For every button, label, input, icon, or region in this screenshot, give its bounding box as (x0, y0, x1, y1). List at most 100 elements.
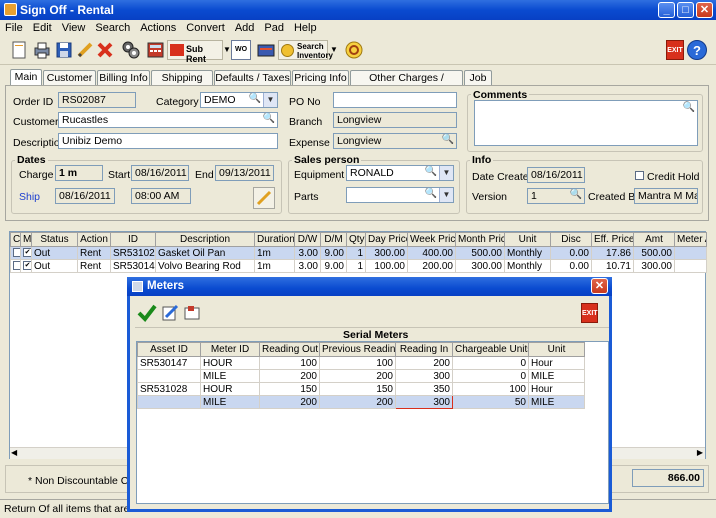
table-cell[interactable]: Hour (528, 382, 585, 396)
calculator-button[interactable] (144, 39, 166, 61)
tab-main[interactable]: Main (10, 69, 42, 86)
table-cell[interactable]: 300 (395, 369, 453, 383)
ok-button[interactable] (137, 303, 157, 323)
table-cell[interactable]: 200 (319, 369, 396, 383)
save-button[interactable] (53, 39, 75, 61)
table-cell[interactable]: 9.00 (320, 246, 347, 260)
meter-tool-button[interactable] (182, 303, 202, 323)
edit-button[interactable] (74, 39, 96, 61)
menu-add[interactable]: Add (230, 20, 260, 34)
table-cell[interactable]: SR531028 (110, 246, 156, 260)
column-header[interactable]: ID (110, 232, 156, 247)
equipment-field[interactable]: RONALD 🔍 ▼ (346, 165, 454, 181)
table-cell[interactable]: 200 (259, 395, 320, 409)
column-header[interactable]: D/M (320, 232, 347, 247)
table-cell[interactable]: 3.00 (294, 259, 321, 273)
search-icon[interactable]: 🔍 (570, 189, 582, 200)
table-cell[interactable]: 17.86 (591, 246, 634, 260)
close-icon[interactable]: ✕ (696, 2, 713, 18)
tab-customer[interactable]: Customer (43, 70, 96, 85)
menu-file[interactable]: File (0, 20, 28, 34)
table-cell[interactable]: 400.00 (407, 246, 456, 260)
exit-button[interactable]: EXIT (666, 40, 684, 60)
table-cell[interactable]: 200.00 (407, 259, 456, 273)
table-cell[interactable]: 0 (452, 369, 529, 383)
table-row[interactable]: SR530147 HOUR 100 100 200 0 Hour (137, 356, 585, 370)
table-cell[interactable]: HOUR (200, 382, 260, 396)
tab-billing-info[interactable]: Billing Info (97, 70, 150, 85)
table-cell[interactable]: 300.00 (633, 259, 675, 273)
table-cell[interactable]: Rent (77, 259, 111, 273)
column-header[interactable]: Status (31, 232, 78, 247)
table-cell[interactable]: 100.00 (365, 259, 408, 273)
column-header[interactable]: M (20, 232, 32, 247)
table-cell[interactable]: MILE (200, 395, 260, 409)
table-cell[interactable]: 500.00 (633, 246, 675, 260)
table-cell[interactable]: 350 (395, 382, 453, 396)
ship-time-field[interactable]: 08:00 AM (131, 188, 191, 204)
table-cell[interactable] (137, 395, 201, 409)
table-cell[interactable]: 200 (319, 395, 396, 409)
table-cell[interactable]: MILE (528, 395, 585, 409)
table-row[interactable]: ✔ Out Rent SR531028 Gasket Oil Pan 1m 3.… (10, 246, 707, 260)
delete-button[interactable] (94, 39, 116, 61)
sub-rent-dropdown-icon[interactable]: ▼ (223, 40, 231, 60)
menu-view[interactable]: View (57, 20, 91, 34)
search-icon[interactable]: 🔍 (425, 188, 437, 199)
table-cell[interactable]: 0.00 (550, 246, 592, 260)
tab-pricing-info[interactable]: Pricing Info (292, 70, 349, 85)
column-header[interactable]: D/W (294, 232, 321, 247)
table-cell[interactable] (674, 259, 707, 273)
help-icon[interactable]: ? (687, 40, 707, 60)
column-header[interactable]: Chargeable Units (452, 342, 529, 357)
new-document-button[interactable] (8, 39, 30, 61)
table-cell[interactable]: Hour (528, 356, 585, 370)
row-mark[interactable]: ✔ (20, 246, 32, 260)
chevron-down-icon[interactable]: ▼ (439, 188, 453, 202)
window-title-bar[interactable]: Sign Off - Rental _ □ ✕ (0, 0, 716, 20)
table-cell[interactable]: Monthly (504, 246, 551, 260)
search-inventory-button[interactable]: Search Inventory (278, 40, 333, 60)
maximize-icon[interactable]: □ (677, 2, 694, 18)
table-cell[interactable]: 200 (395, 356, 453, 370)
chevron-down-icon[interactable]: ▼ (263, 93, 277, 107)
table-cell[interactable]: 9.00 (320, 259, 347, 273)
menu-convert[interactable]: Convert (181, 20, 230, 34)
column-header[interactable]: Meter A (674, 232, 707, 247)
chevron-down-icon[interactable]: ▼ (439, 166, 453, 180)
comments-field[interactable]: 🔍 (474, 100, 698, 146)
table-cell[interactable] (674, 246, 707, 260)
table-cell[interactable]: 200 (259, 369, 320, 383)
tab-shipping-info[interactable]: Shipping Info (151, 70, 213, 98)
table-cell[interactable]: 10.71 (591, 259, 634, 273)
column-header[interactable]: Action (77, 232, 111, 247)
column-header[interactable]: Qty (346, 232, 366, 247)
table-cell[interactable]: 1m (254, 246, 295, 260)
table-cell[interactable]: MILE (528, 369, 585, 383)
table-cell[interactable]: 100 (259, 356, 320, 370)
edit-meter-button[interactable] (160, 303, 180, 323)
version-field[interactable]: 1 🔍 (527, 188, 585, 204)
row-checkbox[interactable] (10, 259, 21, 273)
column-header[interactable]: Unit (504, 232, 551, 247)
table-cell[interactable]: Volvo Bearing Rod (155, 259, 255, 273)
table-cell[interactable]: 150 (259, 382, 320, 396)
table-cell[interactable]: 3.00 (294, 246, 321, 260)
menu-edit[interactable]: Edit (28, 20, 57, 34)
scroll-left-icon[interactable]: ◀ (11, 448, 17, 457)
table-cell[interactable]: Gasket Oil Pan (155, 246, 255, 260)
meters-dialog-title-bar[interactable]: Meters ✕ (127, 277, 612, 296)
search-icon[interactable]: 🔍 (263, 113, 275, 124)
po-no-field[interactable] (333, 92, 457, 108)
exit-button[interactable]: EXIT (581, 303, 598, 323)
table-cell[interactable] (137, 369, 201, 383)
table-cell[interactable]: SR530147 (137, 356, 201, 370)
ship-date-field[interactable]: 08/16/2011 (55, 188, 115, 204)
customer-field[interactable]: Rucastles 🔍 (58, 112, 278, 128)
search-icon[interactable]: 🔍 (442, 134, 454, 145)
assembly-button[interactable] (120, 39, 142, 61)
column-header[interactable]: Eff. Price (591, 232, 634, 247)
column-header[interactable]: Day Price (365, 232, 408, 247)
table-row[interactable]: MILE 200 200 300 0 MILE (137, 369, 585, 383)
tab-defaults-taxes[interactable]: Defaults / Taxes (214, 70, 291, 85)
